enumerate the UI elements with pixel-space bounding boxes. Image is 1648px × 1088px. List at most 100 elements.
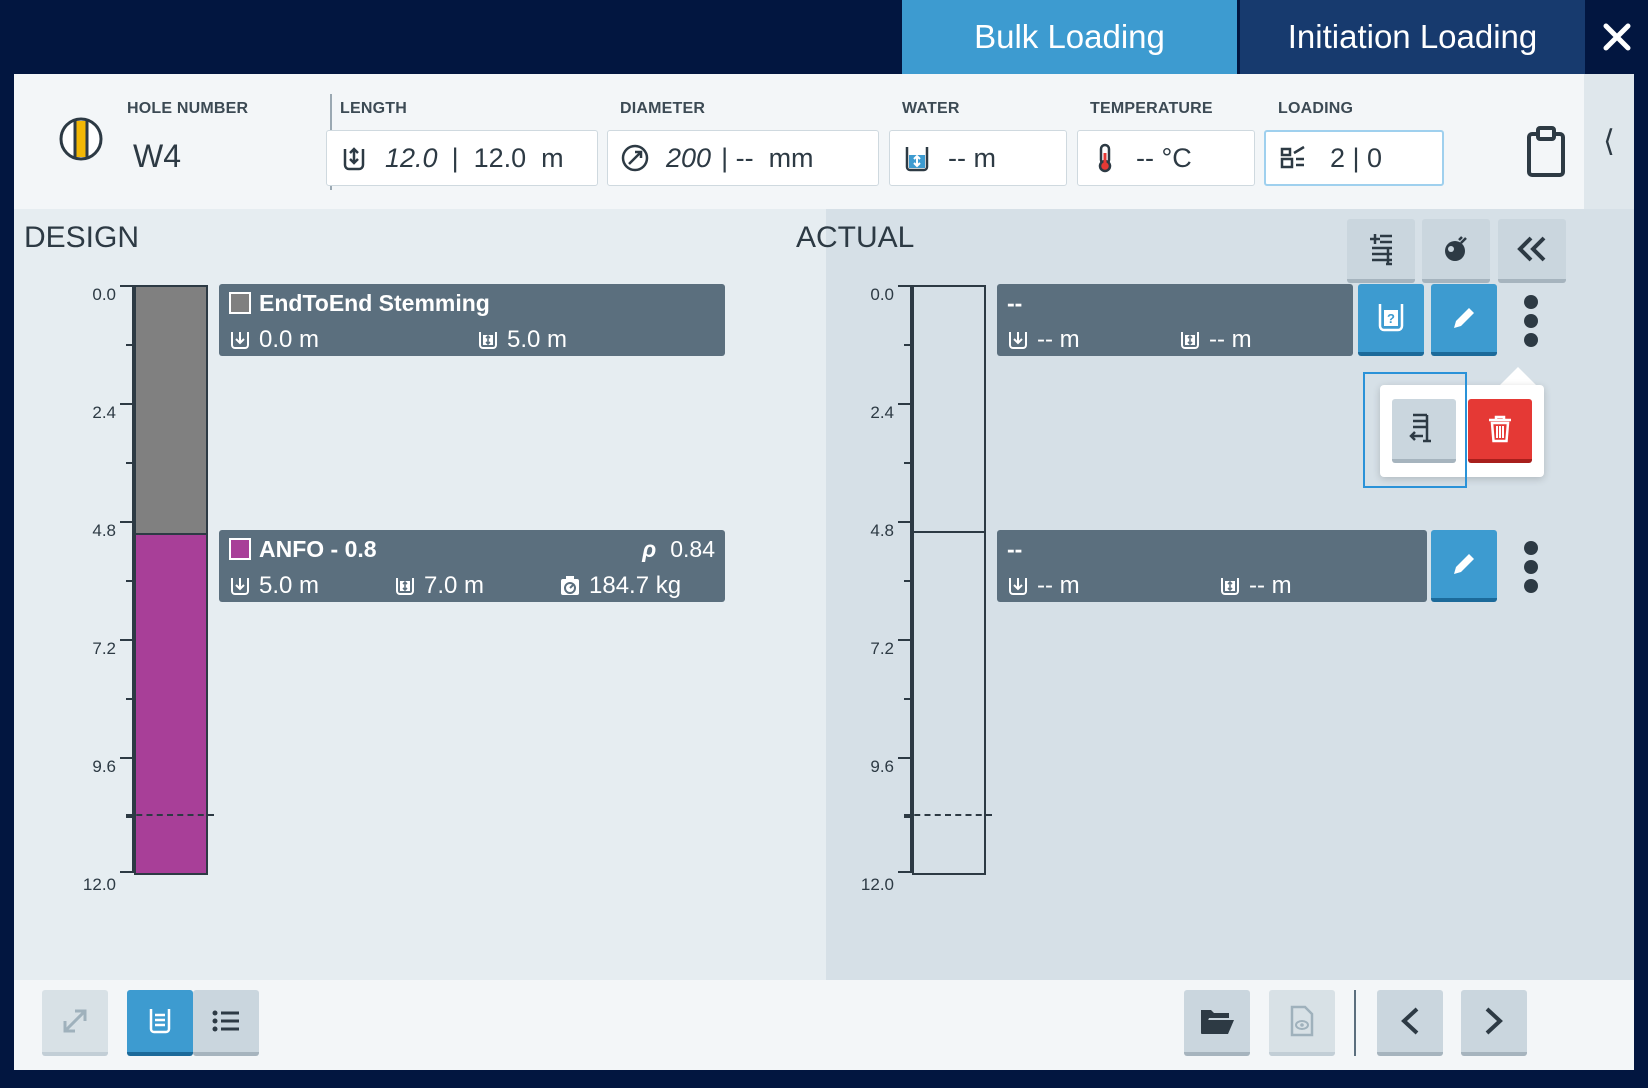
actual-tick xyxy=(898,285,910,287)
deck-name: -- xyxy=(1007,290,1023,316)
select-product-button[interactable]: ? xyxy=(1358,284,1424,356)
collapse-glyph: ⟨ xyxy=(1603,125,1615,158)
design-water-line xyxy=(126,814,214,816)
actual-tick xyxy=(898,521,910,523)
add-deck-button[interactable] xyxy=(1347,219,1415,283)
diameter-rest: | -- mm xyxy=(721,142,814,173)
depth-icon xyxy=(231,578,249,595)
diameter-icon xyxy=(621,144,649,172)
temperature-label: TEMPERATURE xyxy=(1090,100,1213,117)
deck-length: -- m xyxy=(1219,572,1292,600)
actual-deck-card[interactable]: -- -- m -- m xyxy=(997,284,1353,356)
depth-icon xyxy=(1009,578,1027,595)
popup-arrow xyxy=(1500,367,1536,385)
actual-tick-label: 2.4 xyxy=(870,403,894,422)
design-stemming-segment xyxy=(136,287,206,533)
actual-deck-card[interactable]: -- -- m -- m xyxy=(997,530,1427,602)
deck-length-value: -- m xyxy=(1209,326,1252,353)
loading-field[interactable]: 2 | 0 xyxy=(1264,130,1444,186)
loading-icon xyxy=(1280,145,1305,169)
design-tick xyxy=(120,757,132,759)
view-document-button[interactable] xyxy=(1269,990,1335,1056)
design-tick-label: 2.4 xyxy=(92,403,116,422)
diameter-label: DIAMETER xyxy=(620,100,706,117)
tab-initiation-loading[interactable]: Initiation Loading xyxy=(1240,0,1585,74)
primer-button[interactable] xyxy=(1422,219,1490,283)
temperature-field[interactable]: -- °C xyxy=(1077,130,1255,186)
deck-mass-value: 184.7 kg xyxy=(589,572,682,599)
add-deck-icon xyxy=(1370,234,1392,266)
edit-deck-button[interactable] xyxy=(1431,284,1497,356)
edit-deck-button[interactable] xyxy=(1431,530,1497,602)
main-panel: HOLE NUMBER W4 LENGTH 12.0 | 12.0 m DIAM… xyxy=(14,74,1634,1070)
actual-tick-label: 4.8 xyxy=(870,521,894,540)
tab-bulk-loading[interactable]: Bulk Loading xyxy=(902,0,1237,74)
thermometer-icon xyxy=(1098,143,1112,173)
design-tick xyxy=(126,462,132,464)
temperature-value: -- °C xyxy=(1136,142,1192,173)
loading-label: LOADING xyxy=(1278,100,1354,117)
design-tick xyxy=(120,521,132,523)
deck-top-value: -- m xyxy=(1037,326,1080,353)
chevron-left-icon xyxy=(1401,1007,1419,1035)
actual-tick-label: 9.6 xyxy=(870,757,894,776)
length-icon xyxy=(1221,578,1239,595)
deck-length: 5.0 m xyxy=(477,326,567,354)
depth-icon xyxy=(231,332,249,349)
deck-top-depth: -- m xyxy=(1007,326,1080,354)
deck-top-depth: -- m xyxy=(1007,572,1080,600)
bottom-divider xyxy=(1354,990,1356,1056)
delete-deck-button[interactable] xyxy=(1468,399,1532,463)
previous-hole-button[interactable] xyxy=(1377,990,1443,1056)
actual-title: ACTUAL xyxy=(796,221,915,254)
close-button[interactable] xyxy=(1585,0,1648,74)
diameter-field[interactable]: 200 | -- mm xyxy=(607,130,879,186)
deck-name: -- xyxy=(1007,536,1023,562)
trash-icon xyxy=(1489,415,1511,443)
bottom-toolbar xyxy=(14,980,1634,1070)
design-tick xyxy=(126,698,132,700)
expand-button[interactable] xyxy=(42,990,108,1056)
design-tick-label: 7.2 xyxy=(92,639,116,658)
hole-number-label: HOLE NUMBER xyxy=(127,100,249,117)
tab-initiation-loading-label: Initiation Loading xyxy=(1287,18,1538,55)
actual-tick xyxy=(898,757,910,759)
design-section: DESIGN 0.0 2.4 4.8 7.2 9.6 12.0 EndToEnd… xyxy=(14,209,826,980)
design-tick xyxy=(120,871,132,873)
primer-icon xyxy=(1445,236,1467,261)
column-view-button[interactable] xyxy=(127,990,193,1056)
design-tick-label: 9.6 xyxy=(92,757,116,776)
design-deck-card[interactable]: ANFO - 0.8 ρ 0.84 5.0 m 7.0 m 184.7 kg xyxy=(219,530,725,602)
length-icon xyxy=(479,332,497,349)
deck-length: -- m xyxy=(1179,326,1252,354)
scale-icon xyxy=(561,576,579,595)
actual-tick-label: 7.2 xyxy=(870,639,894,658)
design-tick xyxy=(126,580,132,582)
collapse-sidebar-button[interactable]: ⟨ xyxy=(1584,74,1634,209)
tab-bulk-loading-label: Bulk Loading xyxy=(974,18,1165,55)
clipboard-icon[interactable] xyxy=(1526,126,1566,178)
length-icon xyxy=(396,578,414,595)
deck-top-value: -- m xyxy=(1037,572,1080,599)
actual-tick-label: 12.0 xyxy=(860,875,894,894)
length-field[interactable]: 12.0 | 12.0 m xyxy=(326,130,598,186)
water-field[interactable]: -- m xyxy=(889,130,1067,186)
design-tick-label: 12.0 xyxy=(82,875,116,894)
next-hole-button[interactable] xyxy=(1461,990,1527,1056)
deck-more-options-button[interactable] xyxy=(1520,541,1542,593)
deck-length-value: 7.0 m xyxy=(424,572,485,599)
design-deck-card[interactable]: EndToEnd Stemming 0.0 m 5.0 m xyxy=(219,284,725,356)
open-folder-button[interactable] xyxy=(1184,990,1250,1056)
deck-top-value: 0.0 m xyxy=(259,326,320,353)
list-view-button[interactable] xyxy=(193,990,259,1056)
deck-color-swatch xyxy=(229,292,251,314)
deck-more-options-button[interactable] xyxy=(1520,295,1542,347)
collapse-panel-button[interactable] xyxy=(1498,219,1566,283)
svg-text:?: ? xyxy=(1387,311,1395,326)
length-rest: | 12.0 m xyxy=(451,142,564,173)
design-tick xyxy=(126,816,132,818)
length-value: 12.0 xyxy=(385,142,438,173)
design-tick-label: 0.0 xyxy=(92,285,116,304)
folder-open-icon xyxy=(1201,1010,1234,1034)
density-symbol: ρ xyxy=(642,536,657,562)
